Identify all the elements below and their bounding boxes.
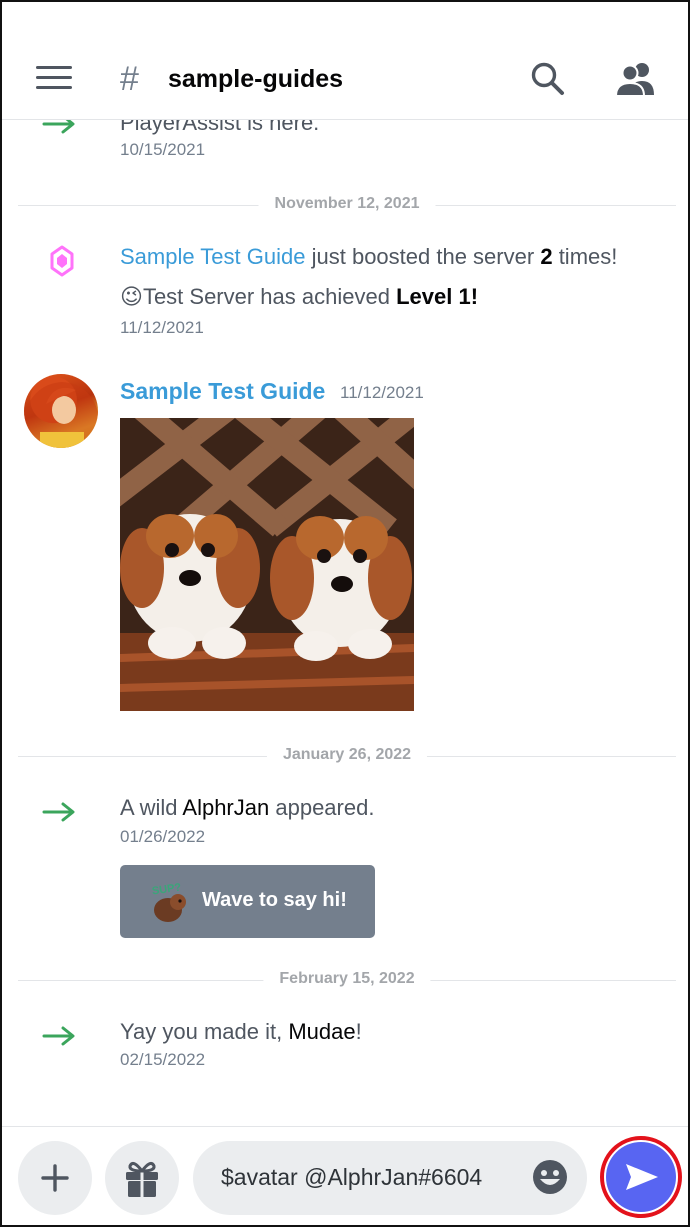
gift-icon <box>126 1161 158 1197</box>
achievement-text: Test Server has achieved <box>142 284 390 309</box>
menu-icon[interactable] <box>36 66 72 92</box>
message-input[interactable]: $avatar @AlphrJan#6604 <box>193 1141 587 1215</box>
join-message: Yay you made it, Mudae! <box>120 1019 362 1045</box>
avatar[interactable] <box>24 374 98 448</box>
search-icon[interactable] <box>530 61 566 97</box>
send-button[interactable] <box>606 1142 676 1212</box>
plus-icon <box>41 1164 69 1192</box>
boost-text-end: times! <box>558 244 618 269</box>
join-prefix: A wild <box>120 795 178 820</box>
message-list[interactable]: PlayerAssist is here. 10/15/2021 Novembe… <box>2 2 688 1127</box>
join-arrow-icon <box>42 1026 75 1046</box>
join-arrow-icon <box>42 802 75 822</box>
gift-button[interactable] <box>105 1141 179 1215</box>
message-timestamp: 02/15/2022 <box>120 1050 206 1069</box>
wave-button-label: Wave to say hi! <box>202 889 347 911</box>
date-divider: January 26, 2022 <box>18 746 676 766</box>
boost-user-link[interactable]: Sample Test Guide <box>120 244 305 269</box>
boost-gem-icon <box>50 245 74 277</box>
wink-emoji-icon: 😉 <box>120 284 143 309</box>
channel-title: sample-guides <box>168 65 344 93</box>
send-icon <box>626 1164 658 1190</box>
message-timestamp: 11/12/2021 <box>340 383 424 402</box>
message-input-value: $avatar @AlphrJan#6604 <box>221 1164 483 1190</box>
boost-count: 2 <box>540 244 553 269</box>
message-author[interactable]: Sample Test Guide <box>120 378 325 405</box>
image-attachment-puppies[interactable] <box>120 418 414 711</box>
emoji-icon[interactable] <box>532 1159 568 1195</box>
join-username[interactable]: Mudae <box>288 1019 355 1044</box>
join-message: A wild AlphrJan appeared. <box>120 795 374 821</box>
boost-message: Sample Test Guide just boosted the serve… <box>120 244 617 270</box>
level-label: Level 1! <box>396 284 479 309</box>
achievement-message: 😉Test Server has achieved Level 1! <box>120 284 478 310</box>
wave-sticker-icon: SUP? <box>151 881 186 922</box>
hash-icon: # <box>120 60 139 98</box>
message-timestamp: 11/12/2021 <box>120 318 204 337</box>
boost-text: just boosted the server <box>311 244 535 269</box>
date-divider-label: February 15, 2022 <box>263 970 431 988</box>
wave-button[interactable]: SUP? Wave to say hi! <box>120 865 375 938</box>
join-suffix: ! <box>355 1019 362 1044</box>
date-divider-label: January 26, 2022 <box>266 746 428 764</box>
join-username[interactable]: AlphrJan <box>182 795 269 820</box>
date-divider: November 12, 2021 <box>18 195 676 215</box>
channel-header: # sample-guides <box>2 2 688 120</box>
message-timestamp: 10/15/2021 <box>120 140 206 159</box>
members-icon[interactable] <box>614 61 658 97</box>
message-timestamp: 01/26/2022 <box>120 827 206 846</box>
date-divider-label: November 12, 2021 <box>258 195 436 213</box>
date-divider: February 15, 2022 <box>18 970 676 990</box>
app-frame: PlayerAssist is here. 10/15/2021 Novembe… <box>0 0 690 1227</box>
join-prefix: Yay you made it, <box>120 1019 283 1044</box>
attach-button[interactable] <box>18 1141 92 1215</box>
join-suffix: appeared. <box>275 795 375 820</box>
